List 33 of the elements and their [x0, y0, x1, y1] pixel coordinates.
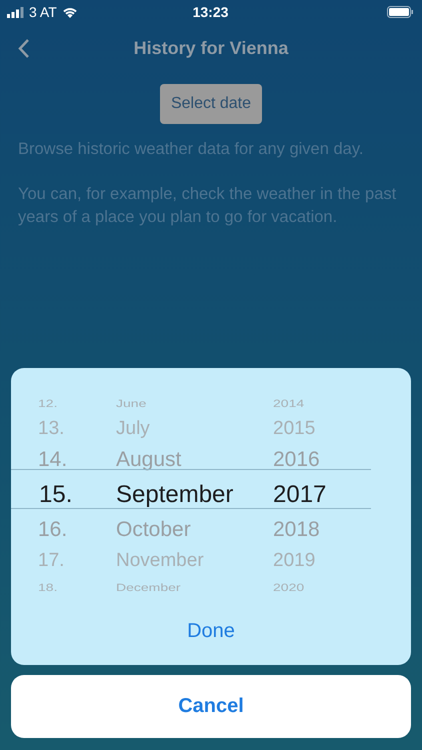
status-time: 13:23	[192, 4, 228, 20]
day-option[interactable]: 18.	[11, 581, 116, 593]
month-option[interactable]: June	[116, 397, 273, 409]
select-date-button[interactable]: Select date	[160, 84, 262, 124]
year-option[interactable]: 2016	[273, 448, 320, 472]
month-option[interactable]: September	[116, 481, 273, 509]
cancel-button[interactable]: Cancel	[11, 675, 411, 738]
back-icon[interactable]	[17, 38, 30, 59]
screen-title: History for Vienna	[134, 38, 288, 58]
day-option[interactable]: 15.	[11, 481, 116, 509]
carrier-name: 3 AT	[29, 4, 57, 20]
day-option[interactable]: 12.	[11, 397, 116, 409]
month-option[interactable]: July	[116, 418, 273, 440]
year-option[interactable]: 2019	[273, 550, 316, 572]
day-option[interactable]: 14.	[11, 448, 116, 472]
year-option[interactable]: 2014	[273, 397, 304, 409]
done-button[interactable]: Done	[177, 616, 245, 647]
year-option[interactable]: 2015	[273, 418, 316, 440]
day-option[interactable]: 16.	[11, 518, 116, 542]
month-option[interactable]: August	[116, 448, 273, 472]
battery-icon	[387, 6, 414, 18]
month-option[interactable]: December	[116, 581, 273, 593]
description-text: Browse historic weather data for any given day.	[18, 139, 364, 160]
day-option[interactable]: 17.	[11, 550, 116, 572]
signal-icon	[7, 6, 24, 18]
wifi-icon	[62, 6, 78, 18]
year-option[interactable]: 2018	[273, 518, 320, 542]
day-option[interactable]: 13.	[11, 418, 116, 440]
year-option[interactable]: 2020	[273, 581, 304, 593]
month-option[interactable]: November	[116, 550, 273, 572]
year-option[interactable]: 2017	[273, 481, 326, 509]
description-text: You can, for example, check the weather in the past years of a place you plan to go for vacation.	[18, 184, 398, 228]
month-option[interactable]: October	[116, 518, 273, 542]
